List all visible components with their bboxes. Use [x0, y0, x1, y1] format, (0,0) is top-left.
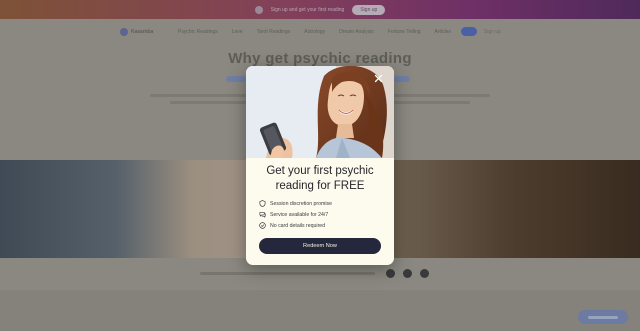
close-icon [374, 74, 383, 83]
promo-bar: Sign up and get your first reading Sign … [0, 0, 640, 19]
feature-text: No card details required [270, 222, 326, 229]
promo-signup-button[interactable]: Sign up [352, 4, 386, 15]
gift-icon [254, 5, 263, 14]
feature-list: Session discretion promise Service avail… [259, 198, 332, 231]
site-logo[interactable]: Kasamba [120, 28, 153, 36]
woman-with-phone-illustration [246, 66, 394, 158]
hero-highlight [394, 76, 410, 82]
list-item: Service available for 24/7 [259, 209, 332, 220]
chat-widget-label [588, 315, 618, 319]
list-item: Session discretion promise [259, 198, 332, 209]
feature-text: Session discretion promise [270, 200, 332, 207]
redeem-now-button[interactable]: Redeem Now [259, 238, 381, 254]
shield-icon [259, 200, 266, 207]
nav-link[interactable]: Love [232, 29, 243, 35]
social-icon[interactable] [420, 269, 429, 278]
nav-link[interactable]: Astrology [304, 29, 325, 35]
signup-link[interactable]: Sign up [484, 29, 501, 35]
chat-icon [259, 212, 266, 218]
nav-link[interactable]: Dream Analysis [339, 29, 374, 35]
hero-highlight [226, 76, 246, 82]
nav-link[interactable]: Articles [435, 29, 451, 35]
nav-links: Psychic Readings Love Tarot Readings Ast… [178, 29, 451, 35]
hero-title: Why get psychic reading [228, 50, 412, 67]
logo-text: Kasamba [131, 29, 154, 35]
footer [0, 290, 640, 331]
social-caption [200, 272, 375, 275]
nav-link[interactable]: Fortune Telling [388, 29, 421, 35]
promo-text: Sign up and get your first reading [270, 6, 345, 13]
modal-title: Get your first psychic reading for FREE [246, 164, 394, 193]
nav-link[interactable]: Tarot Readings [257, 29, 291, 35]
login-button[interactable] [461, 27, 477, 36]
logo-icon [120, 28, 128, 36]
chat-widget-button[interactable] [578, 310, 628, 324]
modal-hero-photo [246, 66, 394, 158]
modal-title-line: reading for FREE [275, 179, 365, 192]
check-circle-icon [259, 222, 266, 229]
free-reading-modal: Get your first psychic reading for FREE … [246, 66, 394, 265]
list-item: No card details required [259, 220, 332, 231]
social-icon[interactable] [386, 269, 395, 278]
modal-title-line: Get your first psychic [266, 165, 374, 177]
feature-text: Service available for 24/7 [270, 211, 329, 218]
nav-link[interactable]: Psychic Readings [178, 29, 218, 35]
close-button[interactable] [373, 72, 384, 83]
social-icon[interactable] [403, 269, 412, 278]
top-nav: Kasamba Psychic Readings Love Tarot Read… [0, 19, 640, 45]
